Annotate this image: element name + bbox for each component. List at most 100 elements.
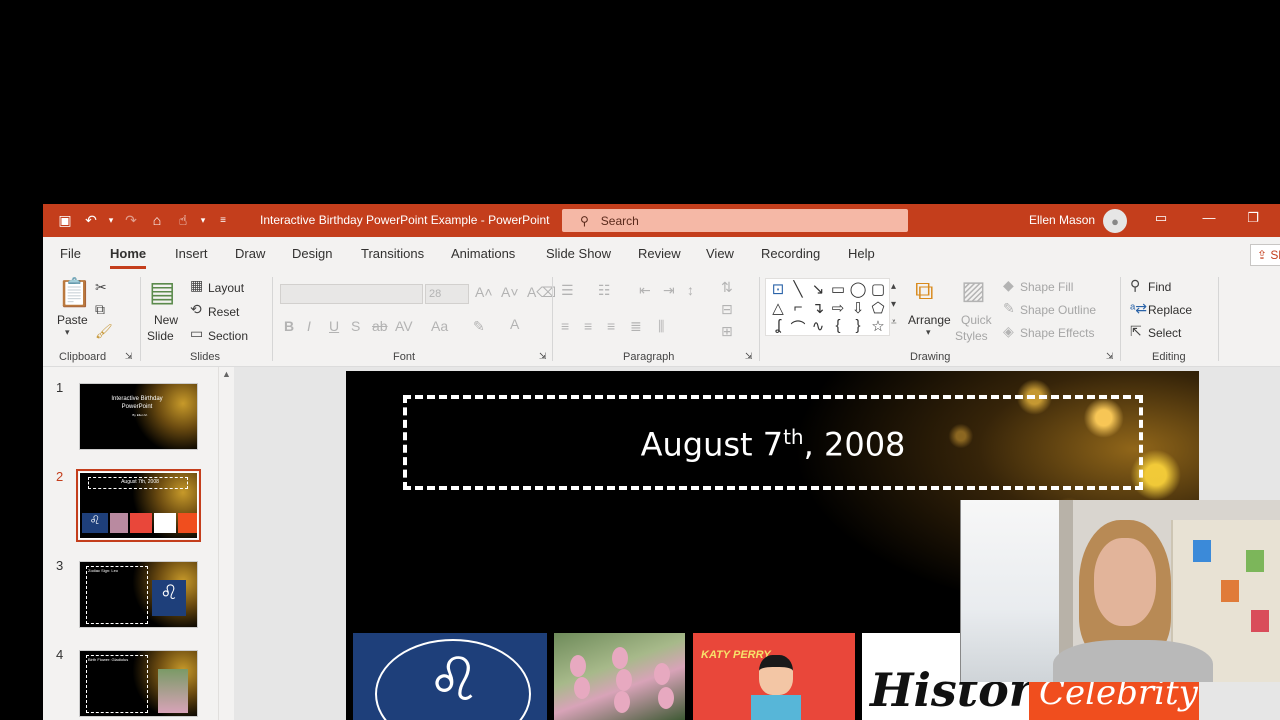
arrow-line-shape-icon[interactable]: ↘ [808, 280, 828, 298]
right-brace-shape-icon[interactable]: } [848, 317, 868, 334]
shape-outline-button[interactable]: Shape Outline [1020, 303, 1096, 317]
rectangle-shape-icon[interactable]: ▭ [828, 280, 848, 298]
tab-view[interactable]: View [706, 246, 734, 261]
restore-icon[interactable]: ❐ [1243, 210, 1263, 226]
bullets-icon[interactable]: ☰ [561, 282, 574, 299]
shape-fill-button[interactable]: Shape Fill [1020, 280, 1073, 294]
section-button[interactable]: Section [208, 329, 248, 343]
quick-styles-label-2[interactable]: Styles [955, 329, 988, 343]
change-case-icon[interactable]: Aa [431, 318, 448, 334]
font-name-field[interactable] [280, 284, 423, 304]
ribbon-display-icon[interactable]: ▭ [1151, 210, 1171, 226]
arrange-button-label[interactable]: Arrange [908, 313, 951, 327]
decrease-indent-icon[interactable]: ⇤ [639, 282, 651, 299]
touch-mode-icon[interactable]: ☝ [173, 211, 193, 229]
text-direction-icon[interactable]: ⇅ [721, 279, 733, 296]
tab-help[interactable]: Help [848, 246, 875, 261]
quick-styles-label-1[interactable]: Quick [961, 313, 992, 327]
font-launcher-icon[interactable]: ⇲ [539, 351, 547, 362]
align-center-icon[interactable]: ≡ [584, 318, 592, 334]
touch-dropdown-icon[interactable]: ▾ [199, 211, 207, 229]
text-box-shape-icon[interactable]: ⊡ [768, 280, 788, 298]
scroll-up-icon[interactable]: ▲ [222, 369, 231, 379]
format-painter-icon[interactable]: 🖌 [95, 323, 113, 340]
new-slide-label-1[interactable]: New [154, 313, 178, 327]
right-arrow-shape-icon[interactable]: ⇨ [828, 299, 848, 317]
replace-button[interactable]: Replace [1148, 303, 1192, 317]
shape-effects-button[interactable]: Shape Effects [1020, 326, 1095, 340]
tab-transitions[interactable]: Transitions [361, 246, 424, 261]
tab-insert[interactable]: Insert [175, 246, 208, 261]
italic-icon[interactable]: I [307, 318, 311, 334]
elbow-arrow-shape-icon[interactable]: ↴ [808, 299, 828, 317]
line-spacing-icon[interactable]: ↕ [687, 282, 694, 298]
tab-review[interactable]: Review [638, 246, 681, 261]
oval-shape-icon[interactable]: ◯ [848, 280, 868, 298]
minimize-icon[interactable]: — [1199, 210, 1219, 225]
highlight-icon[interactable]: ✎ [473, 318, 485, 335]
increase-font-size-icon[interactable]: A˄ [475, 284, 493, 300]
share-button[interactable]: ⇪ Sh [1250, 244, 1280, 266]
thumbnails-scrollbar[interactable]: ▲ [218, 367, 234, 720]
gladiolus-flower-image[interactable] [554, 633, 685, 720]
shapes-more-icon[interactable]: ▾ [891, 299, 896, 310]
layout-button[interactable]: Layout [208, 281, 244, 295]
new-slide-icon[interactable]: ▤ [149, 275, 175, 308]
tab-animations[interactable]: Animations [451, 246, 515, 261]
curve-shape-icon[interactable]: ∿ [808, 317, 828, 335]
star-shape-icon[interactable]: ☆ [868, 317, 888, 335]
katy-perry-image[interactable]: KATY PERRY [693, 633, 855, 720]
select-button[interactable]: Select [1148, 326, 1181, 340]
drawing-launcher-icon[interactable]: ⇲ [1106, 351, 1114, 362]
shapes-expand-icon[interactable]: ⩡ [891, 317, 897, 328]
redo-icon[interactable]: ↷ [121, 211, 141, 229]
arrange-icon[interactable]: ⧉ [915, 275, 934, 307]
tab-home[interactable]: Home [110, 246, 147, 269]
slide-thumbnail-3[interactable]: Zodiac Sign: Leo ♌ [79, 561, 198, 628]
shapes-more-icon[interactable]: ▴ [891, 281, 896, 292]
customize-toolbar-icon[interactable]: ≡ [213, 211, 233, 229]
increase-indent-icon[interactable]: ⇥ [663, 282, 675, 299]
triangle-shape-icon[interactable]: △ [768, 299, 788, 317]
columns-icon[interactable]: ⫼ [658, 318, 664, 335]
elbow-connector-shape-icon[interactable]: ⌐ [788, 299, 808, 316]
find-button[interactable]: Find [1148, 280, 1171, 294]
numbering-icon[interactable]: ☷ [598, 282, 611, 299]
underline-icon[interactable]: U [329, 318, 339, 334]
align-left-icon[interactable]: ≡ [561, 318, 569, 334]
search-box[interactable]: ⚲ Search [562, 209, 908, 232]
flowchart-shape-icon[interactable]: ⬠ [868, 299, 888, 317]
avatar[interactable]: ● [1103, 209, 1127, 233]
arc-shape-icon[interactable]: ⌒ [788, 317, 808, 338]
align-text-icon[interactable]: ⊟ [721, 301, 733, 318]
leo-zodiac-image[interactable]: ♌ [353, 633, 547, 720]
shapes-gallery[interactable]: ⊡ ╲ ↘ ▭ ◯ ▢ △ ⌐ ↴ ⇨ ⇩ ⬠ ʆ ⌒ ∿ { } ☆ [765, 278, 890, 338]
paste-icon[interactable]: 📋 [57, 276, 92, 309]
tab-slide-show[interactable]: Slide Show [546, 246, 611, 261]
left-brace-shape-icon[interactable]: { [828, 317, 848, 334]
strikethrough-icon[interactable]: ab [372, 318, 388, 334]
down-arrow-shape-icon[interactable]: ⇩ [848, 299, 868, 317]
freeform-shape-icon[interactable]: ʆ [768, 317, 788, 334]
tab-design[interactable]: Design [292, 246, 332, 261]
new-slide-label-2[interactable]: Slide [147, 329, 174, 343]
shadow-icon[interactable]: S [351, 318, 360, 334]
character-spacing-icon[interactable]: AV [395, 318, 413, 334]
decrease-font-size-icon[interactable]: A˅ [501, 284, 519, 300]
arrange-dropdown-icon[interactable]: ▾ [926, 327, 931, 338]
font-size-field[interactable]: 28 [425, 284, 469, 304]
clipboard-launcher-icon[interactable]: ⇲ [125, 351, 133, 362]
cut-icon[interactable]: ✂ [95, 279, 107, 296]
slide-thumbnail-1[interactable]: Interactive Birthday PowerPoint By Ellen… [79, 383, 198, 450]
paste-button-label[interactable]: Paste [57, 313, 88, 327]
tab-draw[interactable]: Draw [235, 246, 265, 261]
slide-thumbnail-2[interactable]: August 7th, 2008 ♌ [76, 469, 201, 542]
smartart-icon[interactable]: ⊞ [721, 323, 733, 340]
reset-button[interactable]: Reset [208, 305, 239, 319]
font-color-icon[interactable]: A [510, 316, 519, 332]
user-name[interactable]: Ellen Mason [1029, 213, 1095, 227]
copy-icon[interactable]: ⧉ [95, 301, 105, 318]
quick-styles-icon[interactable]: ▨ [961, 275, 986, 306]
rounded-rect-shape-icon[interactable]: ▢ [868, 280, 888, 298]
line-shape-icon[interactable]: ╲ [788, 280, 808, 298]
